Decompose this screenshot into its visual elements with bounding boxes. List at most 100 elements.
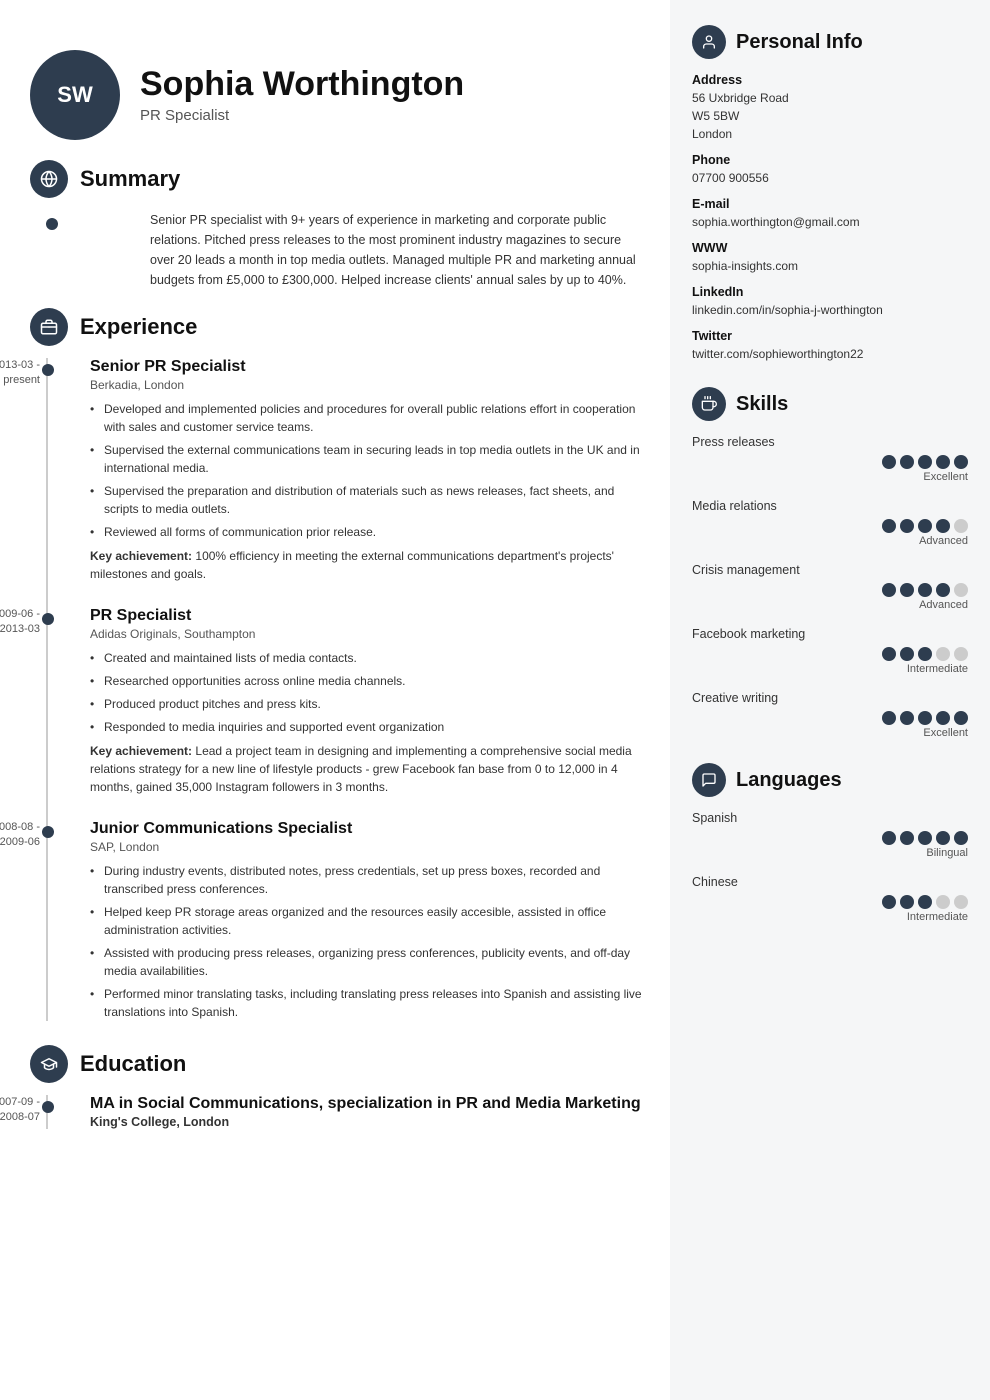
right-column: Personal Info Address 56 Uxbridge Road W… [670,0,990,1400]
edu-degree-1: MA in Social Communications, specializat… [90,1095,650,1113]
www-value: sophia-insights.com [692,257,968,275]
bullet: Reviewed all forms of communication prio… [90,523,650,541]
edu-date-1: 2007-09 - 2008-07 [0,1095,40,1126]
job-bullets-3: During industry events, distributed note… [90,862,650,1021]
skill-dots-5 [692,711,968,725]
lang-name-1: Spanish [692,811,968,825]
skills-section: Skills Press releases Excellent Media re… [692,387,968,739]
job-date-2: 2009-06 - 2013-03 [0,607,40,638]
email-label: E-mail [692,197,968,211]
personal-info-header: Personal Info [692,25,968,59]
job-item-3: 2008-08 - 2009-06 Junior Communications … [90,820,650,1021]
personal-info-section: Personal Info Address 56 Uxbridge Road W… [692,25,968,363]
dot [954,455,968,469]
job-item-2: 2009-06 - 2013-03 PR Specialist Adidas O… [90,607,650,796]
skill-level-3: Advanced [692,599,968,611]
bullet: Developed and implemented policies and p… [90,400,650,436]
dot [882,711,896,725]
dot [918,519,932,533]
dot [900,455,914,469]
job-date-1: 2013-03 - present [0,358,40,389]
lang-dots-1 [692,831,968,845]
dot [936,831,950,845]
summary-section: Summary Senior PR specialist with 9+ yea… [30,160,650,290]
linkedin-value: linkedin.com/in/sophia-j-worthington [692,301,968,319]
skill-item-1: Press releases Excellent [692,435,968,483]
skill-name-2: Media relations [692,499,968,513]
dot [936,455,950,469]
bullet: During industry events, distributed note… [90,862,650,898]
bullet: Helped keep PR storage areas organized a… [90,903,650,939]
experience-timeline: 2013-03 - present Senior PR Specialist B… [30,358,650,1021]
job-company-2: Adidas Originals, Southampton [90,627,650,641]
phone-label: Phone [692,153,968,167]
lang-level-2: Intermediate [692,911,968,923]
bullet: Created and maintained lists of media co… [90,649,650,667]
dot [882,831,896,845]
education-timeline: 2007-09 - 2008-07 MA in Social Communica… [30,1095,650,1129]
twitter-value: twitter.com/sophieworthington22 [692,345,968,363]
candidate-subtitle: PR Specialist [140,107,464,124]
dot [900,519,914,533]
experience-header: Experience [30,308,650,346]
bullet: Researched opportunities across online m… [90,672,650,690]
twitter-block: Twitter twitter.com/sophieworthington22 [692,329,968,363]
dot [918,895,932,909]
bullet: Supervised the preparation and distribut… [90,482,650,518]
lang-name-2: Chinese [692,875,968,889]
email-value: sophia.worthington@gmail.com [692,213,968,231]
dot [954,583,968,597]
edu-school-1: King's College, London [90,1115,650,1129]
skill-name-1: Press releases [692,435,968,449]
job-title-3: Junior Communications Specialist [90,820,650,838]
dot [936,519,950,533]
avatar: SW [30,50,120,140]
skills-title: Skills [736,393,788,416]
skill-level-4: Intermediate [692,663,968,675]
job-bullets-2: Created and maintained lists of media co… [90,649,650,736]
header: SW Sophia Worthington PR Specialist [0,30,670,160]
job-item-1: 2013-03 - present Senior PR Specialist B… [90,358,650,583]
twitter-label: Twitter [692,329,968,343]
skill-item-3: Crisis management Advanced [692,563,968,611]
lang-item-1: Spanish Bilingual [692,811,968,859]
skill-item-4: Facebook marketing Intermediate [692,627,968,675]
www-block: WWW sophia-insights.com [692,241,968,275]
personal-info-title: Personal Info [736,31,863,54]
experience-icon [30,308,68,346]
skill-dots-2 [692,519,968,533]
www-label: WWW [692,241,968,255]
skill-name-3: Crisis management [692,563,968,577]
skill-level-1: Excellent [692,471,968,483]
dot [918,647,932,661]
dot [882,455,896,469]
header-text: Sophia Worthington PR Specialist [140,66,464,124]
resume-page: SW Sophia Worthington PR Specialist [0,0,990,1400]
job-title-1: Senior PR Specialist [90,358,650,376]
edu-item-1: 2007-09 - 2008-07 MA in Social Communica… [90,1095,650,1129]
dot [954,895,968,909]
lang-dots-2 [692,895,968,909]
summary-header: Summary [30,160,650,198]
dot [918,831,932,845]
achievement-2: Key achievement: Lead a project team in … [90,742,650,796]
dot [900,647,914,661]
languages-icon [692,763,726,797]
skill-dots-1 [692,455,968,469]
summary-text: Senior PR specialist with 9+ years of ex… [90,210,650,290]
languages-title: Languages [736,769,842,792]
dot [936,647,950,661]
bullet: Assisted with producing press releases, … [90,944,650,980]
dot [936,711,950,725]
address-label: Address [692,73,968,87]
dot [882,519,896,533]
job-date-3: 2008-08 - 2009-06 [0,820,40,851]
skills-icon [692,387,726,421]
email-block: E-mail sophia.worthington@gmail.com [692,197,968,231]
skill-item-5: Creative writing Excellent [692,691,968,739]
languages-section: Languages Spanish Bilingual Chinese [692,763,968,923]
skill-level-5: Excellent [692,727,968,739]
skill-dots-3 [692,583,968,597]
phone-value: 07700 900556 [692,169,968,187]
skill-item-2: Media relations Advanced [692,499,968,547]
